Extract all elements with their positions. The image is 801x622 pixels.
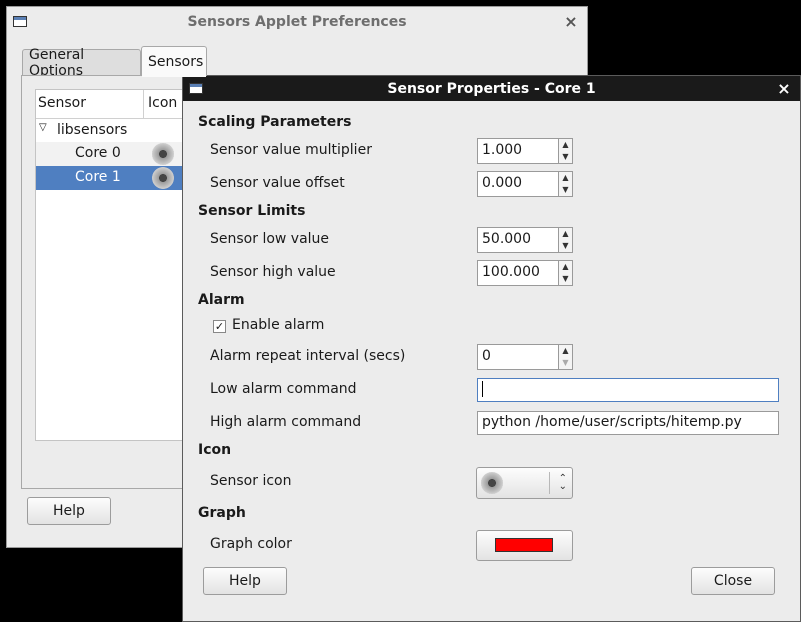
high-value-label: Sensor high value [210, 264, 336, 280]
tab-join [142, 75, 206, 77]
offset-stepper[interactable]: ▲ ▼ [559, 171, 573, 197]
section-scaling-parameters: Scaling Parameters [198, 114, 352, 130]
chevron-down-icon[interactable]: ▼ [559, 184, 572, 196]
repeat-interval-input[interactable]: 0 [477, 344, 559, 370]
chevron-up-icon[interactable]: ▲ [559, 261, 572, 273]
tree-row-label: Core 0 [75, 145, 121, 161]
tree-row-libsensors[interactable]: ▽ libsensors [36, 119, 182, 143]
close-icon[interactable]: × [563, 12, 579, 31]
chevron-up-icon[interactable]: ▲ [559, 345, 572, 357]
chevron-up-icon[interactable]: ▲ [559, 139, 572, 151]
tree-header: Sensor Icon [36, 90, 182, 119]
tab-general-options[interactable]: General Options [22, 47, 141, 79]
close-icon[interactable]: × [776, 79, 792, 98]
sensor-icon-label: Sensor icon [210, 473, 292, 489]
window-icon [13, 16, 27, 27]
close-button[interactable]: Close [691, 567, 775, 595]
low-alarm-command-input[interactable] [477, 378, 779, 402]
tab-sensors[interactable]: Sensors [141, 46, 207, 76]
chevron-down-icon[interactable]: ▼ [559, 240, 572, 252]
color-swatch [495, 538, 553, 552]
column-header-icon[interactable]: Icon [148, 95, 177, 111]
tree-row-core-1[interactable]: Core 1 [36, 166, 182, 190]
low-value-spinbutton[interactable]: 50.000 ▲ ▼ [477, 227, 573, 253]
fan-icon [481, 472, 503, 494]
chevron-down-icon[interactable]: ▼ [559, 273, 572, 285]
dialog-titlebar: Sensor Properties - Core 1 × [183, 76, 800, 101]
help-button-label: Help [229, 573, 261, 589]
chevron-up-icon[interactable]: ▲ [559, 228, 572, 240]
graph-color-label: Graph color [210, 536, 292, 552]
section-icon: Icon [198, 442, 232, 458]
sensor-icon-combo[interactable]: ⌃ ⌄ [476, 467, 573, 499]
combo-separator [549, 472, 550, 494]
preferences-title: Sensors Applet Preferences [187, 14, 407, 30]
low-value-stepper[interactable]: ▲ ▼ [559, 227, 573, 253]
offset-spinbutton[interactable]: 0.000 ▲ ▼ [477, 171, 573, 197]
help-button[interactable]: Help [27, 497, 111, 525]
column-header-sensor[interactable]: Sensor [38, 95, 86, 111]
multiplier-spinbutton[interactable]: 1.000 ▲ ▼ [477, 138, 573, 164]
expander-triangle-icon[interactable]: ▽ [39, 122, 47, 133]
multiplier-input[interactable]: 1.000 [477, 138, 559, 164]
high-alarm-command-input[interactable]: python /home/user/scripts/hitemp.py [477, 411, 779, 435]
graph-color-button[interactable] [476, 530, 573, 561]
preferences-titlebar: Sensors Applet Preferences × [7, 7, 587, 37]
offset-label: Sensor value offset [210, 175, 345, 191]
close-button-label: Close [713, 573, 753, 589]
multiplier-label: Sensor value multiplier [210, 142, 372, 158]
tree-row-label: Core 1 [75, 169, 121, 185]
high-value-spinbutton[interactable]: 100.000 ▲ ▼ [477, 260, 573, 286]
fan-icon [152, 143, 174, 165]
column-divider [143, 90, 144, 118]
chevron-up-icon[interactable]: ▲ [559, 172, 572, 184]
tree-row-label: libsensors [57, 122, 128, 138]
multiplier-stepper[interactable]: ▲ ▼ [559, 138, 573, 164]
offset-input[interactable]: 0.000 [477, 171, 559, 197]
repeat-interval-stepper[interactable]: ▲ ▼ [559, 344, 573, 370]
high-alarm-command-label: High alarm command [210, 414, 362, 430]
low-value-input[interactable]: 50.000 [477, 227, 559, 253]
section-alarm: Alarm [198, 292, 245, 308]
low-value-label: Sensor low value [210, 231, 330, 247]
text-caret [482, 381, 483, 397]
section-graph: Graph [198, 505, 246, 521]
low-alarm-command-label: Low alarm command [210, 381, 357, 397]
tree-row-core-0[interactable]: Core 0 [36, 142, 182, 166]
enable-alarm-checkbox[interactable]: ✓ [213, 320, 226, 333]
chevron-down-icon: ▼ [562, 358, 569, 367]
high-value-stepper[interactable]: ▲ ▼ [559, 260, 573, 286]
section-sensor-limits: Sensor Limits [198, 203, 306, 219]
enable-alarm-label[interactable]: Enable alarm [232, 317, 324, 333]
repeat-interval-spinbutton[interactable]: 0 ▲ ▼ [477, 344, 573, 370]
help-button-label: Help [53, 503, 85, 519]
fan-icon [152, 167, 174, 189]
high-value-input[interactable]: 100.000 [477, 260, 559, 286]
dialog-title: Sensor Properties - Core 1 [387, 80, 596, 97]
window-icon [189, 83, 203, 94]
chevron-updown-icon: ⌃ ⌄ [558, 473, 567, 492]
help-button[interactable]: Help [203, 567, 287, 595]
sensor-properties-dialog: Sensor Properties - Core 1 × Scaling Par… [182, 75, 801, 622]
sensor-tree[interactable]: Sensor Icon ▽ libsensors Core 0 Core 1 [35, 89, 183, 441]
chevron-down-icon[interactable]: ▼ [559, 151, 572, 163]
repeat-interval-label: Alarm repeat interval (secs) [210, 348, 406, 364]
tab-sensors-label: Sensors [148, 53, 204, 70]
